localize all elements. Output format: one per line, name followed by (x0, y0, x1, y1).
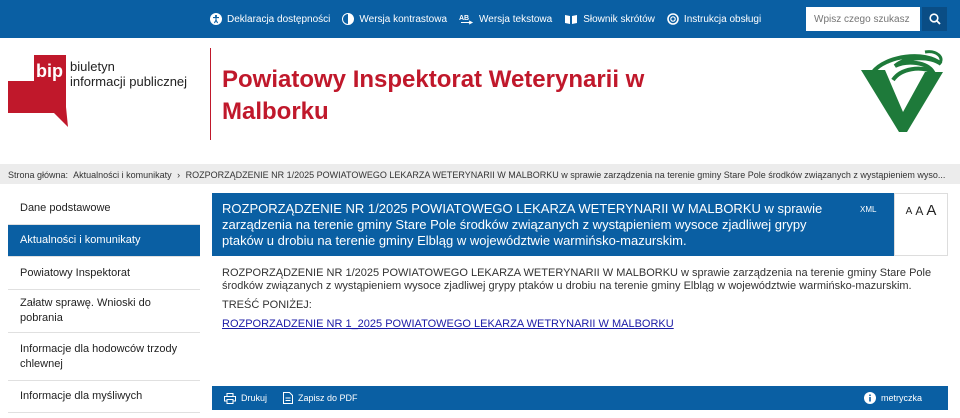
font-size-large[interactable]: A (926, 202, 936, 219)
link-contrast-version[interactable]: Wersja kontrastowa (342, 13, 447, 25)
link-label: Słownik skrótów (583, 13, 655, 25)
bip-label: biuletyn informacji publicznej (70, 59, 187, 89)
book-icon (565, 14, 578, 24)
article-body: ROZPORZĄDZENIE NR 1/2025 POWIATOWEGO LEK… (222, 267, 932, 292)
font-size-medium[interactable]: A (915, 204, 923, 218)
organization-title[interactable]: Powiatowy Inspektorat Weterynarii w Malb… (222, 64, 662, 128)
sidebar-item-news[interactable]: Aktualności i komunikaty (8, 225, 200, 257)
print-label: Drukuj (241, 393, 268, 403)
search-icon (928, 13, 941, 25)
sidebar-item-hunters[interactable]: Informacje dla myśliwych (8, 381, 200, 413)
link-label: Wersja kontrastowa (359, 13, 448, 25)
bip-label-line1: biuletyn (70, 59, 115, 74)
accessibility-icon (210, 13, 222, 25)
breadcrumb: Strona główna: Aktualności i komunikaty … (0, 164, 960, 184)
print-button[interactable]: Drukuj (224, 392, 268, 404)
help-lifebuoy-icon (667, 13, 679, 25)
bip-logo-text: bip (36, 61, 63, 81)
link-user-guide[interactable]: Instrukcja obsługi (667, 13, 761, 25)
font-size-small[interactable]: A (906, 206, 913, 217)
link-label: Deklaracja dostępności (227, 13, 331, 25)
sidebar-item-label: Dane podstawowe (20, 202, 111, 214)
sidebar-item-basic-data[interactable]: Dane podstawowe (8, 193, 200, 225)
text-version-icon: AB (459, 15, 474, 25)
veterinary-logo (855, 50, 947, 139)
link-abbreviations[interactable]: Słownik skrótów (564, 14, 655, 25)
pdf-label: Zapisz do PDF (298, 393, 358, 403)
link-label: Instrukcja obsługi (683, 13, 762, 25)
sidebar-item-label: Powiatowy Inspektorat (20, 266, 131, 279)
article-content: ROZPORZĄDZENIE NR 1/2025 POWIATOWEGO LEK… (222, 267, 942, 337)
info-icon (863, 392, 876, 404)
search-input[interactable] (806, 7, 920, 31)
link-text-version[interactable]: AB Wersja tekstowa (459, 13, 552, 25)
save-pdf-button[interactable]: Zapisz do PDF (283, 392, 358, 404)
article-actions-bar: Drukuj Zapisz do PDF metryczka (212, 386, 948, 410)
bip-label-line2: informacji publicznej (70, 74, 188, 89)
metrics-label: metryczka (880, 393, 922, 403)
article-title: ROZPORZĄDZENIE NR 1/2025 POWIATOWEGO LEK… (222, 201, 823, 248)
header-divider (210, 48, 211, 140)
breadcrumb-section[interactable]: Aktualności i komunikaty (73, 170, 172, 180)
veterinary-emblem-icon (861, 50, 943, 132)
printer-icon (224, 392, 236, 404)
pdf-file-icon (283, 392, 294, 404)
content-heading: TREŚĆ PONIŻEJ: (222, 299, 312, 311)
bip-logo[interactable]: bip (8, 55, 68, 132)
sidebar-item-pig-breeders[interactable]: Informacje dla hodowców trzody chlewnej (8, 333, 200, 381)
breadcrumb-home[interactable]: Strona główna: (8, 170, 68, 180)
metrics-button[interactable]: metryczka (863, 392, 922, 404)
top-utility-bar: Deklaracja dostępności Wersja kontrastow… (0, 0, 960, 38)
breadcrumb-current: ROZPORZĄDZENIE NR 1/2025 POWIATOWEGO LEK… (185, 170, 946, 180)
sidebar-item-label: Informacje dla hodowców trzody chlewnej (20, 342, 178, 370)
sidebar-item-forms[interactable]: Załatw sprawę. Wnioski do pobrania (8, 290, 200, 333)
sidebar-item-inspectorate[interactable]: Powiatowy Inspektorat (8, 257, 200, 290)
article-title-box: ROZPORZĄDZENIE NR 1/2025 POWIATOWEGO LEK… (212, 193, 894, 256)
link-accessibility-declaration[interactable]: Deklaracja dostępności (210, 13, 330, 25)
sidebar-item-label: Informacje dla myśliwych (20, 390, 143, 402)
search-button[interactable] (922, 7, 947, 31)
sidebar-item-label: Aktualności i komunikaty (20, 234, 141, 246)
sidebar-item-label: Załatw sprawę. Wnioski do pobrania (20, 297, 151, 324)
xml-export-link[interactable]: XML (860, 205, 876, 214)
bip-logo-icon: bip (8, 55, 68, 127)
contrast-icon (342, 13, 355, 25)
accessibility-links: Deklaracja dostępności Wersja kontrastow… (210, 0, 773, 38)
font-size-controls: A A A (894, 193, 948, 256)
link-label: Wersja tekstowa (479, 13, 553, 25)
svg-text:AB: AB (459, 15, 469, 22)
attachment-link[interactable]: ROZPORZADZENIE NR 1_2025 POWIATOWEGO LEK… (222, 318, 674, 330)
sidebar-nav: Dane podstawowe Aktualności i komunikaty… (8, 193, 200, 413)
breadcrumb-separator: › (177, 170, 181, 180)
